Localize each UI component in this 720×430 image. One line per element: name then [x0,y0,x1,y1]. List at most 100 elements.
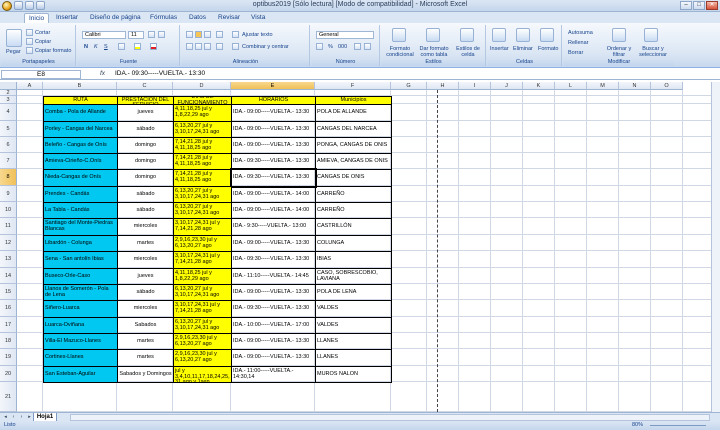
tab-vista[interactable]: Vista [247,13,269,23]
table-cell-ruta[interactable]: Prendes - Candás [43,186,118,203]
table-cell-municipio[interactable]: VALDES [315,300,392,318]
row-header[interactable]: 10 [0,202,17,218]
table-cell-horario[interactable]: IDA.- 09:00-----VUELTA.- 13:30 [231,235,316,252]
table-cell-dia[interactable]: domingo [117,169,174,187]
table-cell-ruta[interactable]: Villa-El Mazuco-Llanes [43,333,118,350]
underline-button[interactable]: S [104,44,108,50]
row-header[interactable]: 16 [0,300,17,317]
row-header[interactable]: 15 [0,284,17,300]
row-header[interactable]: 13 [0,251,17,268]
table-cell-ruta[interactable]: Llanos de Somerón - Pola de Lena [43,284,118,301]
table-cell-municipio[interactable]: LLANES [315,349,392,367]
table-cell-municipio[interactable]: CASO, SOBRESCOBIO, LAVIANA [315,268,392,285]
clear-button[interactable]: Borrar [568,50,583,56]
table-cell-ruta[interactable]: Libardón - Colunga [43,235,118,252]
table-cell-dia[interactable]: Sabados [117,317,174,334]
column-header[interactable]: M [587,82,619,90]
cell-styles-icon[interactable] [460,28,474,42]
align-middle-icon[interactable] [195,31,202,38]
table-cell-horario[interactable]: IDA.- 09:00-----VUELTA.- 14:00 [231,202,316,219]
table-cell-ruta[interactable]: Siñero-Luarca [43,300,118,318]
name-box[interactable]: E8 [1,70,81,79]
table-cell-dia[interactable]: miercoles [117,300,174,318]
row-header[interactable]: 5 [0,121,17,137]
table-cell-dias[interactable]: 3,10,17,24,31 jul y 7,14,21,28 ago [173,251,232,269]
increase-decimal-icon[interactable] [354,43,361,50]
last-sheet-icon[interactable]: ▸ [26,414,33,421]
table-cell-dias[interactable]: 4,11,18,25 jul y 1,8,22,29 ago [173,104,232,122]
table-cell-ruta[interactable]: San Esteban-Aguilar [43,366,118,383]
table-cell-municipio[interactable]: COLUNGA [315,235,392,252]
table-cell-municipio[interactable]: VALDES [315,317,392,334]
table-cell-dias[interactable]: 2,9,16,23,30 jul y 6,13,20,27 ago [173,333,232,350]
table-cell-dias[interactable]: 6,13,20,27 jul y 3,10,17,24,31 ago [173,121,232,138]
column-header[interactable]: D [173,82,231,90]
table-cell-municipio[interactable]: CASTRILLÓN [315,218,392,236]
table-cell-municipio[interactable]: CANGAS DEL NARCEA [315,121,392,138]
delete-cells-icon[interactable] [516,28,530,42]
column-header[interactable]: I [459,82,491,90]
table-cell-horario[interactable]: IDA.- 09:30-----VUELTA.- 13:30 [231,300,316,318]
cell-styles-button[interactable]: Estilos de celda [452,46,484,58]
bold-button[interactable]: N [84,44,88,50]
decrease-indent-icon[interactable] [216,43,223,50]
tab-revisar[interactable]: Revisar [214,13,244,23]
align-right-icon[interactable] [204,43,211,50]
next-sheet-icon[interactable]: › [18,414,25,421]
table-cell-dia[interactable]: miercoles [117,251,174,269]
table-cell-horario[interactable]: IDA.- 09:00-----VUELTA.- 14:00 [231,186,316,203]
paste-button[interactable]: Pegar [6,49,21,55]
align-center-icon[interactable] [195,43,202,50]
table-cell-dia[interactable]: sábado [117,284,174,301]
borders-icon[interactable] [118,43,125,50]
italic-button[interactable]: K [94,44,98,50]
row-header[interactable]: 19 [0,349,17,366]
table-cell-dia[interactable]: martes [117,349,174,367]
sort-filter-button[interactable]: Ordenar y filtrar [604,46,634,58]
table-cell-dias[interactable]: 6,13,20,27 jul y 3,10,17,24,31 ago [173,284,232,301]
column-header[interactable]: C [117,82,173,90]
format-painter-icon[interactable] [26,47,33,54]
column-header[interactable]: L [555,82,587,90]
table-cell-dias[interactable]: 6,13,20,27 jul y 3,10,17,24,31 ago [173,317,232,334]
row-header[interactable]: 11 [0,218,17,235]
formula-input[interactable]: IDA.- 09:30-----VUELTA.- 13:30 [115,70,205,78]
table-cell-municipio[interactable]: CARREÑO [315,186,392,203]
format-table-icon[interactable] [426,28,440,42]
table-cell-dias[interactable]: 4,11,18,25 jul y 1,8,22,29 ago [173,268,232,285]
prev-sheet-icon[interactable]: ‹ [10,414,17,421]
zoom-slider[interactable] [650,425,706,426]
number-format-combo[interactable]: General [316,31,374,39]
table-cell-ruta[interactable]: Nieda-Cangas de Onís [43,169,118,187]
table-cell-municipio[interactable]: MUROS NALON [315,366,392,383]
table-cell-ruta[interactable]: La Tabla - Candás [43,202,118,219]
table-cell-dia[interactable]: miercoles [117,218,174,236]
column-header[interactable]: G [391,82,427,90]
currency-icon[interactable] [316,43,323,50]
fx-icon[interactable]: fx [100,70,105,77]
table-cell-municipio[interactable]: PONGA, CANGAS DE ONIS [315,137,392,154]
table-cell-municipio[interactable]: CANGAS DE ONIS [315,169,392,187]
font-size-combo[interactable]: 11 [128,31,144,39]
table-cell-municipio[interactable]: AMIEVA, CANGAS DE ONIS [315,153,392,170]
row-header[interactable]: 14 [0,268,17,284]
table-cell-municipio[interactable]: POLA DE ALLANDE [315,104,392,122]
autosum-button[interactable]: Autosuma [568,30,593,36]
table-cell-dias[interactable]: 3,10,17,24,31 jul y 7,14,21,28 ago [173,218,232,236]
table-cell-horario[interactable]: IDA.- 09:30-----VUELTA.- 13:30 [231,251,316,269]
align-top-icon[interactable] [186,31,193,38]
table-cell-dias[interactable]: 7,14,21,28 jul y 4,11,18,25 ago [173,153,232,170]
format-cells-button[interactable]: Formato [538,46,558,52]
copy-button[interactable]: Copiar [35,39,51,45]
conditional-format-icon[interactable] [392,28,406,42]
table-cell-ruta[interactable]: Santiago del Monte-Piedras Blancas [43,218,118,236]
row-header[interactable]: 7 [0,153,17,169]
tab-inicio[interactable]: Inicio [24,13,50,23]
table-cell-dias[interactable]: 6,13,20,27 jul y 3,10,17,24,31 ago [173,202,232,219]
table-cell-dias[interactable]: 6,13,20,27 jul y 3,10,17,24,31 ago [173,186,232,203]
worksheet-grid[interactable]: A B C D E F G H I J K L M N O 2 3 4 5 6 7 8 9 10 11 12 13 14 15 16 17 1… [0,82,720,412]
paste-icon[interactable] [6,29,22,47]
column-header[interactable]: O [651,82,683,90]
table-cell-dia[interactable]: jueves [117,268,174,285]
column-header[interactable]: E [231,82,315,90]
